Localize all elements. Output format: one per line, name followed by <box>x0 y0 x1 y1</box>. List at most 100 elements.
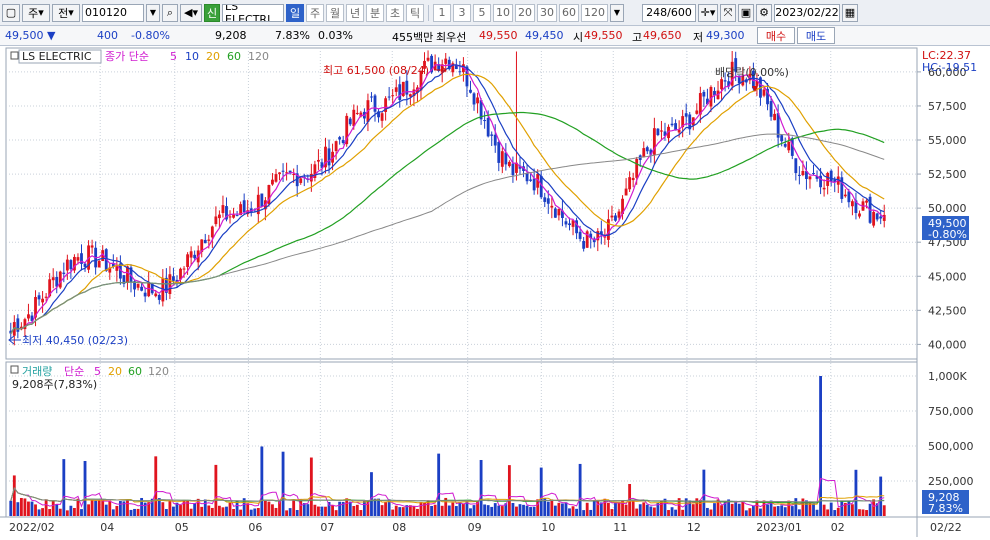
candle-body <box>783 144 787 147</box>
volume-bar <box>592 500 596 516</box>
calendar-icon[interactable]: ▦ <box>842 3 858 22</box>
candle-body <box>557 208 561 216</box>
candle-body <box>660 130 663 132</box>
candle-body <box>172 276 175 281</box>
current-change-tag-value: -0.80% <box>928 228 967 241</box>
candle-body <box>720 79 723 90</box>
best-bid: 49,450 <box>525 29 564 42</box>
settings-gear-icon[interactable]: ⚙ <box>756 3 772 22</box>
search-icon[interactable]: ⌕ <box>162 3 178 22</box>
period-second[interactable]: 초 <box>386 3 404 22</box>
volume-current-line: 9,208주(7,83%) <box>12 378 97 391</box>
low-label: 저 <box>693 31 704 44</box>
interval-20[interactable]: 20 <box>515 3 535 22</box>
volume-bar <box>861 509 865 516</box>
period-minute[interactable]: 분 <box>366 3 384 22</box>
interval-5[interactable]: 5 <box>473 3 491 22</box>
code-dropdown-icon[interactable]: ▼ <box>146 3 160 22</box>
candle-body <box>398 84 402 100</box>
volume-bar <box>454 506 458 516</box>
date-field[interactable]: 2023/02/22 <box>774 3 840 22</box>
turnover-pct: 7.83% <box>275 29 310 42</box>
volume-bar <box>256 507 260 516</box>
volume-bar <box>790 506 794 516</box>
buy-button[interactable]: 매수 <box>757 27 795 44</box>
volume-axis-label: 1,000K <box>928 370 967 383</box>
interval-dropdown-icon[interactable]: ▼ <box>610 3 624 22</box>
volume-bar <box>164 509 168 516</box>
candle-body <box>702 91 706 97</box>
volume-bar <box>670 507 674 516</box>
ma-legend-prefix: 종가 단순 <box>105 50 149 63</box>
crosshair-tool-icon[interactable]: ✛▾ <box>698 3 718 22</box>
market-selector[interactable]: 주 ▾ <box>22 3 50 22</box>
interval-1[interactable]: 1 <box>433 3 451 22</box>
candle-body <box>281 170 285 172</box>
candle-body <box>553 208 557 218</box>
volume-bar <box>313 504 317 516</box>
candle-body <box>787 141 791 151</box>
stock-code-input[interactable]: 010120 <box>82 3 144 22</box>
x-axis-labels: 2022/02 04 05 06 07 08 09 10 11 12 2023/01 02 <box>9 521 845 534</box>
interval-30[interactable]: 30 <box>537 3 557 22</box>
interval-3[interactable]: 3 <box>453 3 471 22</box>
volume-axis-labels: 1,000K 750,000 500,000 250,000 <box>928 370 974 488</box>
volume-bar <box>306 504 310 516</box>
volume-bar <box>829 502 833 516</box>
candle-body <box>232 214 235 218</box>
price-change-pct: -0.80% <box>131 29 170 42</box>
volume-bar <box>203 499 207 516</box>
chart-area[interactable]: 2022/02 04 05 06 07 08 09 10 11 12 2023/01 02 60,00… <box>0 46 990 537</box>
volume-bar <box>97 500 101 516</box>
volume-bar <box>225 506 228 516</box>
tools-icon[interactable]: ⤧ <box>720 3 736 22</box>
candle-body <box>582 240 586 249</box>
candle-body <box>780 135 784 142</box>
prev-toggle[interactable]: 전 ▾ <box>52 3 80 22</box>
volume-bar <box>748 508 752 516</box>
volume-bar <box>550 499 554 516</box>
hc-indicator: HC:-19.51 <box>922 61 977 74</box>
interval-120[interactable]: 120 <box>581 3 608 22</box>
candle-body <box>214 216 218 225</box>
interval-60[interactable]: 60 <box>559 3 579 22</box>
period-week[interactable]: 주 <box>306 3 324 22</box>
volume-bar <box>674 509 678 516</box>
period-day[interactable]: 일 <box>286 3 304 22</box>
candle-body <box>193 254 197 259</box>
volume-bar <box>129 509 133 516</box>
volume-bar <box>370 472 373 516</box>
stock-name-field[interactable]: LS ELECTRI <box>222 3 284 22</box>
speaker-icon[interactable]: ◀▾ <box>180 3 202 22</box>
volume-ma-legend-20: 20 <box>108 365 122 378</box>
interval-10[interactable]: 10 <box>493 3 513 22</box>
volume-bar <box>882 505 886 516</box>
volume-bar <box>539 467 543 516</box>
volume-bar <box>263 500 267 516</box>
sell-button[interactable]: 매도 <box>797 27 835 44</box>
candle-body <box>140 286 144 291</box>
count-field[interactable]: 248/600 <box>642 3 696 22</box>
candle-body <box>271 179 274 185</box>
high-annotation: 최고 61,500 (08/24) <box>323 64 429 77</box>
stock-chart[interactable]: 2022/02 04 05 06 07 08 09 10 11 12 2023/01 02 60,00… <box>0 46 990 537</box>
volume-bar <box>12 475 16 516</box>
save-icon[interactable]: ▣ <box>738 3 754 22</box>
period-tick[interactable]: 틱 <box>406 3 424 22</box>
volume-bar <box>44 499 48 516</box>
volume-bar <box>652 507 656 516</box>
window-menu-icon[interactable]: ▢ <box>2 3 20 22</box>
prev-label: 전 <box>58 6 69 20</box>
candle-body <box>769 101 773 117</box>
volume-bar <box>776 506 780 516</box>
candle-body <box>490 134 494 136</box>
credit-badge[interactable]: 신 <box>204 3 220 22</box>
volume-bar <box>437 453 441 516</box>
volume-bar <box>610 509 614 516</box>
period-year[interactable]: 년 <box>346 3 364 22</box>
period-month[interactable]: 월 <box>326 3 344 22</box>
volume-bar <box>582 510 586 516</box>
volume-bar <box>228 502 232 516</box>
candle-body <box>624 188 628 196</box>
candle-body <box>76 257 80 261</box>
